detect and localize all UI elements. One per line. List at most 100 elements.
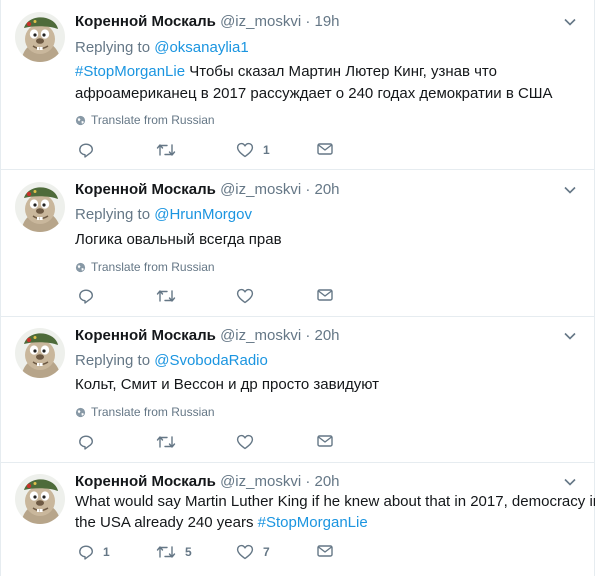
tweet-1[interactable]: Коренной Москаль @iz_moskvi · 19h Replyi… <box>1 0 595 170</box>
display-name[interactable]: Коренной Москаль <box>75 473 216 490</box>
retweet-icon <box>156 436 176 448</box>
avatar[interactable] <box>15 182 65 232</box>
tweet-3[interactable]: Коренной Москаль @iz_moskvi · 20h Replyi… <box>1 317 595 463</box>
globe-icon <box>75 407 86 417</box>
tweet-actions <box>75 288 345 308</box>
tweet-text-line-2: афроамериканец в 2017 рассуждает о 240 г… <box>75 85 553 102</box>
like-button[interactable] <box>236 434 263 450</box>
reply-count: 1 <box>103 545 110 559</box>
retweet-button[interactable] <box>156 288 185 304</box>
avatar[interactable] <box>15 328 65 378</box>
heart-icon <box>236 142 254 158</box>
timestamp[interactable]: 20h <box>315 473 340 490</box>
like-button[interactable]: 7 <box>236 544 270 560</box>
reply-target-link[interactable]: @HrunMorgov <box>154 206 252 223</box>
translate-link[interactable]: Translate from Russian <box>75 405 215 419</box>
replying-label: Replying to <box>75 352 151 369</box>
heart-icon <box>236 434 254 450</box>
tweet-text: Чтобы сказал Мартин Лютер Кинг, узнав чт… <box>189 63 497 80</box>
reply-button[interactable]: 1 <box>78 544 110 560</box>
reply-icon <box>79 143 93 158</box>
hashtag-link[interactable]: #StopMorganLie <box>258 514 368 531</box>
globe-icon <box>75 115 86 125</box>
avatar[interactable] <box>15 474 65 524</box>
retweet-button[interactable] <box>156 142 185 158</box>
tweet-header: Коренной Москаль @iz_moskvi · 20h <box>75 473 340 491</box>
timestamp[interactable]: 20h <box>315 181 340 198</box>
reply-target-link[interactable]: @SvobodaRadio <box>154 352 268 369</box>
retweet-button[interactable] <box>156 434 185 450</box>
reply-icon <box>79 545 93 560</box>
tweet-2[interactable]: Коренной Москаль @iz_moskvi · 20h Replyi… <box>1 170 595 317</box>
reply-button[interactable] <box>78 434 103 450</box>
direct-message-button[interactable] <box>317 142 333 156</box>
translate-label: Translate from Russian <box>91 405 215 419</box>
display-name[interactable]: Коренной Москаль <box>75 181 216 198</box>
separator: · <box>305 181 311 198</box>
tweet-text-line-1: #StopMorganLie Чтобы сказал Мартин Лютер… <box>75 60 577 83</box>
tweet-text: the USA already 240 years <box>75 514 258 531</box>
tweet-actions: 1 5 7 <box>75 544 345 564</box>
tweet-text-line-1: What would say Martin Luther King if he … <box>75 493 595 510</box>
reply-button[interactable] <box>78 288 103 304</box>
handle[interactable]: @iz_moskvi <box>220 473 301 490</box>
reply-target-link[interactable]: @oksanaylia1 <box>154 39 248 56</box>
translate-link[interactable]: Translate from Russian <box>75 260 215 274</box>
like-count: 7 <box>263 545 270 559</box>
tweet-header: Коренной Москаль @iz_moskvi · 20h <box>75 327 340 345</box>
reply-icon <box>79 435 93 450</box>
tweet-header: Коренной Москаль @iz_moskvi · 20h <box>75 181 340 199</box>
heart-icon <box>236 544 254 560</box>
like-button[interactable]: 1 <box>236 142 270 158</box>
chevron-down-icon[interactable] <box>563 329 577 343</box>
envelope-icon <box>317 289 333 301</box>
tweet-text-line-2: the USA already 240 years #StopMorganLie <box>75 511 577 534</box>
globe-icon <box>75 262 86 272</box>
handle[interactable]: @iz_moskvi <box>220 327 301 344</box>
display-name[interactable]: Коренной Москаль <box>75 13 216 30</box>
replying-label: Replying to <box>75 206 151 223</box>
heart-icon <box>236 288 254 304</box>
avatar[interactable] <box>15 12 65 62</box>
hashtag-link[interactable]: #StopMorganLie <box>75 63 185 80</box>
translate-link[interactable]: Translate from Russian <box>75 113 215 127</box>
reply-context: Replying to @HrunMorgov <box>75 203 577 226</box>
chevron-down-icon[interactable] <box>563 475 577 489</box>
tweet-4[interactable]: Коренной Москаль @iz_moskvi · 20h What w… <box>1 463 595 576</box>
retweet-icon <box>156 290 176 302</box>
like-count: 1 <box>263 143 270 157</box>
chevron-down-icon[interactable] <box>563 183 577 197</box>
direct-message-button[interactable] <box>317 434 333 448</box>
tweet-timeline: Коренной Москаль @iz_moskvi · 19h Replyi… <box>0 0 595 576</box>
reply-context: Replying to @oksanaylia1 <box>75 36 577 59</box>
timestamp[interactable]: 20h <box>315 327 340 344</box>
timestamp[interactable]: 19h <box>315 13 340 30</box>
envelope-icon <box>317 435 333 447</box>
translate-label: Translate from Russian <box>91 260 215 274</box>
tweet-actions <box>75 434 345 454</box>
envelope-icon <box>317 545 333 557</box>
retweet-icon <box>156 144 176 156</box>
handle[interactable]: @iz_moskvi <box>220 181 301 198</box>
envelope-icon <box>317 143 333 155</box>
tweet-text-line-1: Кольт, Смит и Вессон и др просто завидую… <box>75 376 380 393</box>
chevron-down-icon[interactable] <box>563 15 577 29</box>
tweet-text-line-1: Логика овальный всегда прав <box>75 231 282 248</box>
separator: · <box>305 327 311 344</box>
reply-icon <box>79 289 93 304</box>
retweet-count: 5 <box>185 545 192 559</box>
translate-label: Translate from Russian <box>91 113 215 127</box>
direct-message-button[interactable] <box>317 544 333 558</box>
handle[interactable]: @iz_moskvi <box>220 13 301 30</box>
display-name[interactable]: Коренной Москаль <box>75 327 216 344</box>
reply-button[interactable] <box>78 142 103 158</box>
reply-context: Replying to @SvobodaRadio <box>75 349 577 372</box>
like-button[interactable] <box>236 288 263 304</box>
retweet-button[interactable]: 5 <box>156 544 192 560</box>
tweet-actions: 1 <box>75 142 345 162</box>
separator: · <box>305 13 311 30</box>
tweet-header: Коренной Москаль @iz_moskvi · 19h <box>75 13 340 31</box>
direct-message-button[interactable] <box>317 288 333 302</box>
separator: · <box>305 473 311 490</box>
replying-label: Replying to <box>75 39 151 56</box>
